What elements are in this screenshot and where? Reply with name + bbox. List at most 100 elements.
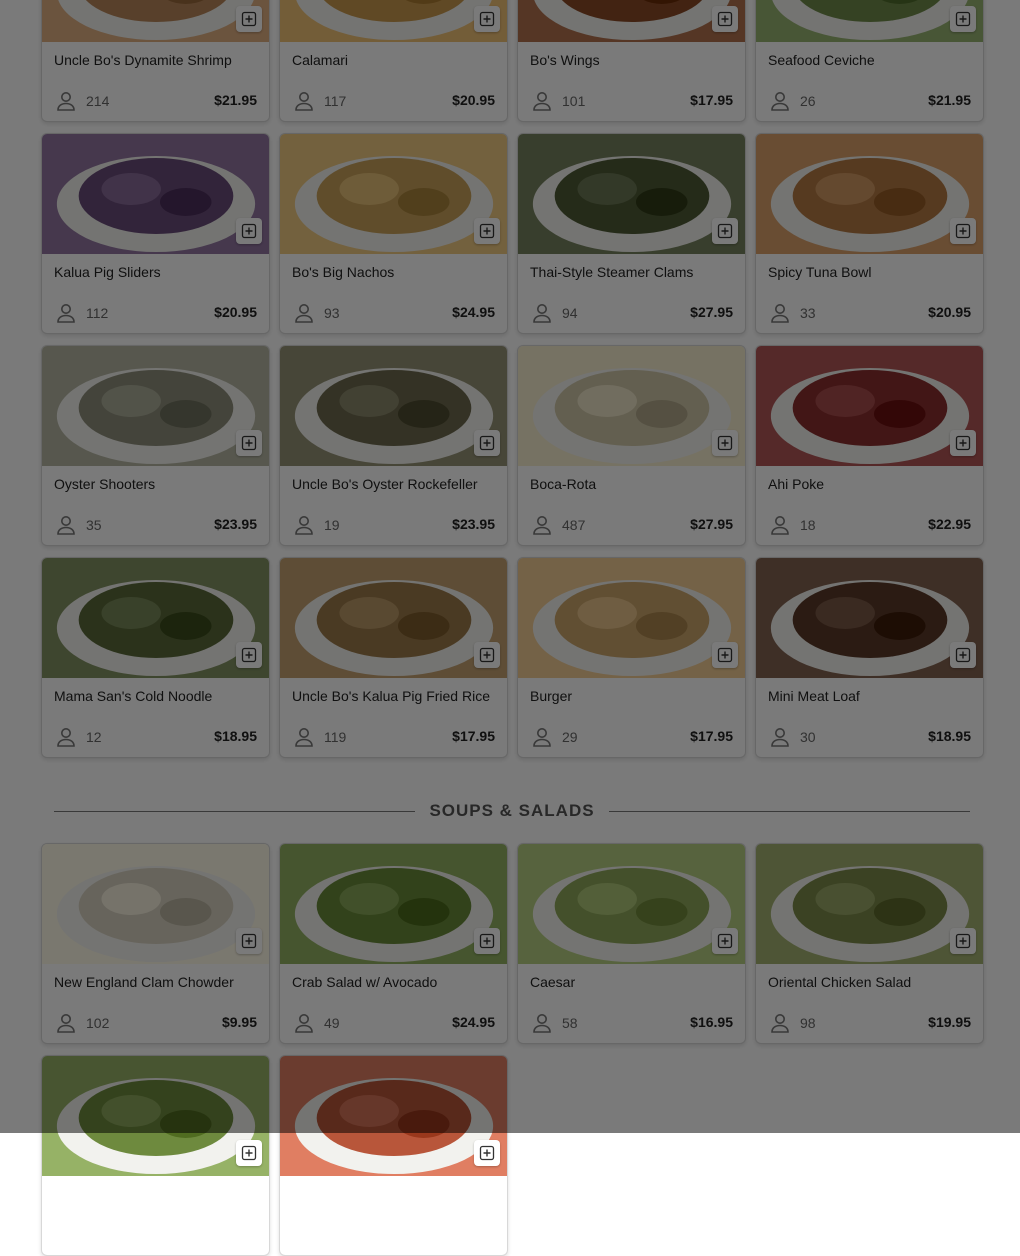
menu-item-name: Boca-Rota: [530, 476, 597, 492]
add-to-order-button[interactable]: [950, 6, 976, 32]
add-to-order-button[interactable]: [950, 430, 976, 456]
add-to-order-button[interactable]: [712, 928, 738, 954]
menu-item-meta: 117 $20.95: [292, 90, 495, 112]
add-to-order-button[interactable]: [474, 218, 500, 244]
menu-item-card[interactable]: Oriental Chicken Salad 98 $19.95: [755, 843, 984, 1044]
menu-item-price: $27.95: [690, 516, 733, 532]
menu-item-card[interactable]: Burger 29 $17.95: [517, 557, 746, 758]
menu-item-name: Uncle Bo's Kalua Pig Fried Rice: [292, 688, 490, 704]
order-count-value: 33: [800, 305, 816, 321]
plus-icon: [717, 11, 733, 27]
person-icon: [57, 1014, 75, 1033]
order-count: 101: [530, 90, 585, 112]
plus-icon: [955, 435, 971, 451]
add-to-order-button[interactable]: [474, 642, 500, 668]
menu-item-card[interactable]: Mini Meat Loaf 30 $18.95: [755, 557, 984, 758]
oyster-shooters-photo: [42, 346, 269, 466]
add-to-order-button[interactable]: [712, 6, 738, 32]
order-count-value: 487: [562, 517, 586, 533]
menu-item-card[interactable]: Crab Salad w/ Avocado 49 $24.95: [279, 843, 508, 1044]
menu-item-meta: 18 $22.95: [768, 514, 971, 536]
menu-item-card[interactable]: Bo's Wings 101 $17.95: [517, 0, 746, 122]
order-count-value: 49: [324, 1015, 340, 1031]
menu-item-price: $17.95: [452, 728, 495, 744]
add-to-order-button[interactable]: [236, 1140, 262, 1166]
add-to-order-button[interactable]: [236, 928, 262, 954]
order-count-value: 58: [562, 1015, 578, 1031]
add-to-order-button[interactable]: [474, 6, 500, 32]
plus-icon: [241, 933, 257, 949]
menu-item-name: Kalua Pig Sliders: [54, 264, 161, 280]
person-icon: [533, 1014, 551, 1033]
menu-item-card[interactable]: Calamari 117 $20.95: [279, 0, 508, 122]
menu-item-card[interactable]: Mama San's Cold Noodle 12 $18.95: [41, 557, 270, 758]
order-count: 119: [292, 726, 346, 748]
menu-item-price: $9.95: [221, 1014, 257, 1030]
menu-item-card[interactable]: Thai-Style Steamer Clams 94 $27.95: [517, 133, 746, 334]
order-count: 26: [768, 90, 816, 112]
menu-item-meta: 101 $17.95: [530, 90, 733, 112]
fried-rice-photo: [280, 558, 507, 678]
menu-item-card[interactable]: Spicy Tuna Bowl 33 $20.95: [755, 133, 984, 334]
menu-item-card[interactable]: [41, 1055, 270, 1256]
menu-item-card[interactable]: Bo's Big Nachos 93 $24.95: [279, 133, 508, 334]
menu-item-meta: 30 $18.95: [768, 726, 971, 748]
soups-grid: New England Clam Chowder 102 $9.95 Crab Sal…: [41, 843, 985, 1256]
chicken-salad-photo: [756, 844, 983, 964]
plus-icon: [955, 11, 971, 27]
add-to-order-button[interactable]: [236, 218, 262, 244]
menu-item-price: $22.95: [928, 516, 971, 532]
add-to-order-button[interactable]: [236, 430, 262, 456]
add-to-order-button[interactable]: [474, 1140, 500, 1166]
order-count: 18: [768, 514, 816, 536]
menu-item-card[interactable]: Seafood Ceviche 26 $21.95: [755, 0, 984, 122]
add-to-order-button[interactable]: [712, 642, 738, 668]
add-to-order-button[interactable]: [236, 6, 262, 32]
order-count: 58: [530, 1012, 578, 1034]
menu-item-card[interactable]: Caesar 58 $16.95: [517, 843, 746, 1044]
menu-item-card[interactable]: Uncle Bo's Dynamite Shrimp 214 $21.95: [41, 0, 270, 122]
menu-item-meta: 93 $24.95: [292, 302, 495, 324]
menu-item-card[interactable]: Ahi Poke 18 $22.95: [755, 345, 984, 546]
add-to-order-button[interactable]: [712, 430, 738, 456]
plus-icon: [717, 223, 733, 239]
menu-item-price: $20.95: [452, 92, 495, 108]
ahi-poke-photo: [756, 346, 983, 466]
menu-item-price: $24.95: [452, 304, 495, 320]
menu-item-card[interactable]: [279, 1055, 508, 1256]
burger-photo: [518, 558, 745, 678]
menu-item-card[interactable]: Oyster Shooters 35 $23.95: [41, 345, 270, 546]
order-count: 93: [292, 302, 340, 324]
add-to-order-button[interactable]: [474, 928, 500, 954]
plus-icon: [717, 933, 733, 949]
boca-rota-photo: [518, 346, 745, 466]
add-to-order-button[interactable]: [950, 218, 976, 244]
crab-salad-photo: [280, 844, 507, 964]
menu-item-card[interactable]: Uncle Bo's Oyster Rockefeller 19 $23.95: [279, 345, 508, 546]
tomato-salad-photo: [280, 1056, 507, 1176]
menu-item-name: Crab Salad w/ Avocado: [292, 974, 438, 990]
menu-item-card[interactable]: Boca-Rota 487 $27.95: [517, 345, 746, 546]
add-to-order-button[interactable]: [236, 642, 262, 668]
person-icon: [295, 304, 313, 323]
plus-icon: [479, 435, 495, 451]
add-to-order-button[interactable]: [950, 928, 976, 954]
person-icon: [295, 92, 313, 111]
menu-item-card[interactable]: New England Clam Chowder 102 $9.95: [41, 843, 270, 1044]
menu-item-price: $18.95: [214, 728, 257, 744]
menu-item-price: $20.95: [928, 304, 971, 320]
menu-item-card[interactable]: Kalua Pig Sliders 112 $20.95: [41, 133, 270, 334]
menu-item-meta: 19 $23.95: [292, 514, 495, 536]
person-icon: [533, 516, 551, 535]
order-count: 102: [54, 1012, 109, 1034]
menu-item-price: $23.95: [452, 516, 495, 532]
menu-item-meta: 119 $17.95: [292, 726, 495, 748]
add-to-order-button[interactable]: [950, 642, 976, 668]
add-to-order-button[interactable]: [712, 218, 738, 244]
menu-item-card[interactable]: Uncle Bo's Kalua Pig Fried Rice 119 $17.95: [279, 557, 508, 758]
add-to-order-button[interactable]: [474, 430, 500, 456]
order-count-value: 117: [324, 93, 347, 109]
menu-item-name: Seafood Ceviche: [768, 52, 875, 68]
order-count: 29: [530, 726, 578, 748]
order-count: 19: [292, 514, 340, 536]
